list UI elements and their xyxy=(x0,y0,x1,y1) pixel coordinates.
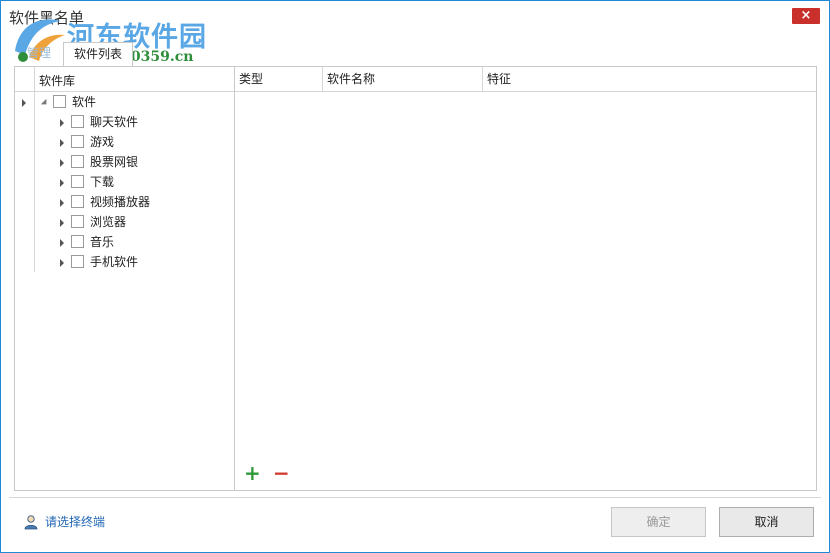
footer-divider xyxy=(9,497,821,498)
plus-icon: + xyxy=(244,461,261,485)
tab-software-list-label: 软件列表 xyxy=(73,47,122,61)
tree-node-games[interactable]: 游戏 xyxy=(15,132,234,152)
tree-node-label: 视频播放器 xyxy=(90,195,151,209)
expand-arrow-icon[interactable] xyxy=(60,172,64,192)
column-header-feature[interactable]: 特征 xyxy=(483,67,816,92)
expand-arrow-icon[interactable] xyxy=(60,252,64,272)
user-icon xyxy=(24,515,38,530)
cancel-button-label: 取消 xyxy=(754,515,779,529)
grid-header: 类型 软件名称 特征 xyxy=(235,67,816,92)
software-library-tree: 软件库 软件 聊天软件 游戏 股票网银 下载 视频播放器 浏览器 音乐 手机软件 xyxy=(15,67,235,490)
expand-arrow-icon[interactable] xyxy=(60,232,64,252)
tree-node-label: 浏览器 xyxy=(90,215,127,229)
column-header-label: 类型 xyxy=(239,72,264,86)
cancel-button[interactable]: 取消 xyxy=(719,507,814,537)
software-grid: 类型 软件名称 特征 + − xyxy=(235,67,816,490)
tab-manage[interactable]: 管理 xyxy=(21,42,57,66)
title-bar[interactable]: 软件黑名单 × xyxy=(1,1,829,33)
tree-node-stocks-banking[interactable]: 股票网银 xyxy=(15,152,234,172)
tree-checkbox[interactable] xyxy=(71,195,84,208)
close-button[interactable]: × xyxy=(792,8,820,24)
tree-checkbox[interactable] xyxy=(71,235,84,248)
select-terminal-label: 请选择终端 xyxy=(45,515,106,529)
tree-node-root[interactable]: 软件 xyxy=(15,92,234,112)
tree-node-download[interactable]: 下载 xyxy=(15,172,234,192)
tree-node-label: 手机软件 xyxy=(90,255,139,269)
tree-checkbox-root[interactable] xyxy=(53,95,66,108)
close-icon: × xyxy=(800,8,812,23)
dialog-window: 软件黑名单 × 河东软件园 www.pc0359.cn 管理 软件列表 软件库 xyxy=(0,0,830,553)
tab-manage-label: 管理 xyxy=(27,46,52,60)
tree-checkbox[interactable] xyxy=(71,215,84,228)
tree-checkbox[interactable] xyxy=(71,175,84,188)
tab-content-panel: 软件库 软件 聊天软件 游戏 股票网银 下载 视频播放器 浏览器 音乐 手机软件… xyxy=(14,66,817,491)
row-expander-arrow-icon[interactable] xyxy=(22,92,26,112)
tree-checkbox[interactable] xyxy=(71,255,84,268)
tree-checkbox[interactable] xyxy=(71,155,84,168)
tree-node-chat[interactable]: 聊天软件 xyxy=(15,112,234,132)
expand-arrow-icon[interactable] xyxy=(60,112,64,132)
tree-node-label: 下载 xyxy=(90,175,115,189)
tree-checkbox[interactable] xyxy=(71,115,84,128)
tree-node-video-player[interactable]: 视频播放器 xyxy=(15,192,234,212)
tree-node-label: 软件 xyxy=(72,95,97,109)
expand-arrow-icon[interactable] xyxy=(60,152,64,172)
tree-node-music[interactable]: 音乐 xyxy=(15,232,234,252)
tree-node-label: 游戏 xyxy=(90,135,115,149)
tree-node-mobile-software[interactable]: 手机软件 xyxy=(15,252,234,272)
column-header-type[interactable]: 类型 xyxy=(235,67,323,92)
minus-icon: − xyxy=(273,461,290,485)
remove-button[interactable]: − xyxy=(273,463,290,483)
collapse-arrow-icon[interactable] xyxy=(40,92,50,112)
column-header-label: 软件名称 xyxy=(327,72,376,86)
tree-header: 软件库 xyxy=(15,67,234,92)
tree-node-label: 股票网银 xyxy=(90,155,139,169)
tree-node-label: 聊天软件 xyxy=(90,115,139,129)
tree-node-label: 音乐 xyxy=(90,235,115,249)
ok-button-label: 确定 xyxy=(646,515,671,529)
expand-arrow-icon[interactable] xyxy=(60,132,64,152)
column-header-label: 特征 xyxy=(487,72,512,86)
expand-arrow-icon[interactable] xyxy=(60,212,64,232)
tree-node-browser[interactable]: 浏览器 xyxy=(15,212,234,232)
window-title: 软件黑名单 xyxy=(9,9,85,27)
expand-arrow-icon[interactable] xyxy=(60,192,64,212)
ok-button[interactable]: 确定 xyxy=(611,507,706,537)
add-button[interactable]: + xyxy=(244,463,261,483)
tab-software-list[interactable]: 软件列表 xyxy=(63,42,133,66)
tree-checkbox[interactable] xyxy=(71,135,84,148)
tree-header-label: 软件库 xyxy=(39,74,76,88)
column-header-software-name[interactable]: 软件名称 xyxy=(323,67,483,92)
